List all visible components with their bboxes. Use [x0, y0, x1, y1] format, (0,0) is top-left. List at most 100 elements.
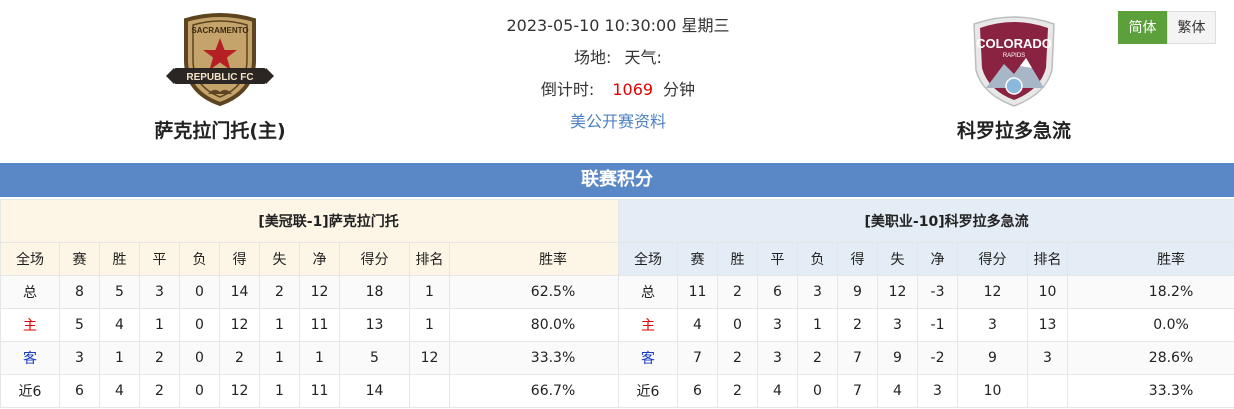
table-cell: 1 [409, 308, 450, 342]
table-cell: 2 [139, 374, 180, 408]
table-cell: 2 [219, 341, 260, 375]
table-row: 近6 6 4 2 0 12 1 11 14 66.7% [0, 374, 658, 408]
row-label: 客 [618, 341, 678, 375]
table-row: 近6 6 2 4 0 7 4 3 10 33.3% [618, 374, 1234, 408]
table-cell: 28.6% [1066, 341, 1234, 375]
table-cell: 4 [99, 308, 140, 342]
table-row: 主 4 0 3 1 2 3 -1 3 13 0.0% [618, 308, 1234, 342]
countdown: 倒计时: 1069 分钟 [418, 78, 818, 110]
home-logo-banner-text: REPUBLIC FC [186, 72, 253, 83]
colorado-rapids-crest-icon: COLORADO RAPIDS [973, 16, 1055, 107]
column-header: 排名 [1027, 242, 1068, 276]
table-cell: 3 [757, 308, 798, 342]
column-header: 净 [299, 242, 340, 276]
language-switch: 简体 繁体 [1118, 11, 1216, 44]
table-cell: 11 [299, 374, 340, 408]
away-team-name: 科罗拉多急流 [956, 120, 1071, 142]
away-logo-top-text: COLORADO [976, 36, 1052, 51]
table-cell: 3 [139, 275, 180, 309]
table-cell: 6 [677, 374, 718, 408]
table-cell: 33.3% [1066, 374, 1234, 408]
column-header: 胜 [717, 242, 758, 276]
column-header: 失 [877, 242, 918, 276]
table-cell: 12 [877, 275, 918, 309]
venue-weather: 场地: 天气: [418, 46, 818, 78]
away-standings-table: [美职业-10]科罗拉多急流 全场赛胜平负得失净得分 排名 胜率 总 11 2 6 3 9 12… [617, 199, 1234, 408]
column-header: 全场 [0, 242, 60, 276]
table-cell: 9 [957, 341, 1028, 375]
table-cell: 1 [299, 341, 340, 375]
match-header: SACRAMENTO REPUBLIC FC 萨克拉门托(主) 2023-05-… [0, 0, 1234, 162]
column-header: 胜率 [1066, 242, 1234, 276]
countdown-label: 倒计时: [540, 80, 595, 99]
table-cell: -3 [917, 275, 958, 309]
sacramento-republic-crest-icon: SACRAMENTO REPUBLIC FC [166, 13, 274, 107]
countdown-unit: 分钟 [663, 80, 696, 99]
table-cell: 2 [139, 341, 180, 375]
column-header: 排名 [409, 242, 450, 276]
column-header: 得分 [339, 242, 410, 276]
home-header-row: 全场赛胜平负得失净得分 排名 胜率 [0, 242, 658, 276]
table-cell: 1 [797, 308, 838, 342]
traditional-chinese-button[interactable]: 繁体 [1167, 11, 1216, 44]
table-cell: 7 [677, 341, 718, 375]
table-cell: 2 [797, 341, 838, 375]
simplified-chinese-button[interactable]: 简体 [1118, 11, 1167, 44]
row-label: 主 [0, 308, 60, 342]
table-cell: 0 [179, 308, 220, 342]
table-cell: 3 [877, 308, 918, 342]
table-cell: 13 [339, 308, 410, 342]
column-header: 胜 [99, 242, 140, 276]
table-cell: 1 [259, 374, 300, 408]
table-cell: 9 [837, 275, 878, 309]
column-header: 得分 [957, 242, 1028, 276]
row-label: 主 [618, 308, 678, 342]
column-header: 负 [797, 242, 838, 276]
table-cell: 2 [717, 341, 758, 375]
row-label: 客 [0, 341, 60, 375]
table-cell: 9 [877, 341, 918, 375]
table-row: 客 3 1 2 0 2 1 1 5 12 33.3% [0, 341, 658, 375]
tournament-info-link[interactable]: 美公开赛资料 [570, 112, 666, 131]
table-cell: 12 [409, 341, 450, 375]
column-header: 失 [259, 242, 300, 276]
home-standings-panel: [美冠联-1]萨克拉门托 全场赛胜平负得失净得分 排名 胜率 总 8 5 3 0 14 2 12 1… [0, 199, 658, 409]
away-standings-panel: [美职业-10]科罗拉多急流 全场赛胜平负得失净得分 排名 胜率 总 11 2 6 3 9 12… [617, 199, 1234, 409]
table-cell: -2 [917, 341, 958, 375]
table-cell: 18 [339, 275, 410, 309]
column-header: 负 [179, 242, 220, 276]
league-standings-title: 联赛积分 [0, 163, 1234, 197]
table-cell: 0 [179, 341, 220, 375]
table-cell: 2 [717, 275, 758, 309]
table-cell: 5 [339, 341, 410, 375]
table-cell: 0 [179, 374, 220, 408]
table-cell: 4 [757, 374, 798, 408]
table-cell: 4 [677, 308, 718, 342]
column-header: 净 [917, 242, 958, 276]
table-cell: 10 [1027, 275, 1068, 309]
table-cell: 5 [99, 275, 140, 309]
weather-label: 天气: [624, 48, 662, 67]
table-cell: 4 [877, 374, 918, 408]
table-cell: 1 [259, 341, 300, 375]
table-cell: 0 [179, 275, 220, 309]
table-cell: 1 [409, 275, 450, 309]
table-cell: 7 [837, 374, 878, 408]
column-header: 赛 [677, 242, 718, 276]
table-cell: 11 [677, 275, 718, 309]
table-cell: 6 [757, 275, 798, 309]
table-cell: 0 [797, 374, 838, 408]
table-cell: 8 [59, 275, 100, 309]
table-cell: 3 [757, 341, 798, 375]
table-row: 客 7 2 3 2 7 9 -2 9 3 28.6% [618, 341, 1234, 375]
table-row: 总 11 2 6 3 9 12 -3 12 10 18.2% [618, 275, 1234, 309]
table-cell: 2 [259, 275, 300, 309]
row-label: 近6 [618, 374, 678, 408]
match-info: 2023-05-10 10:30:00 星期三 场地: 天气: 倒计时: 1069… [418, 14, 818, 142]
table-cell: 2 [837, 308, 878, 342]
table-cell: 12 [219, 374, 260, 408]
table-cell: 3 [59, 341, 100, 375]
table-cell: 18.2% [1066, 275, 1234, 309]
column-header: 赛 [59, 242, 100, 276]
table-cell: -1 [917, 308, 958, 342]
